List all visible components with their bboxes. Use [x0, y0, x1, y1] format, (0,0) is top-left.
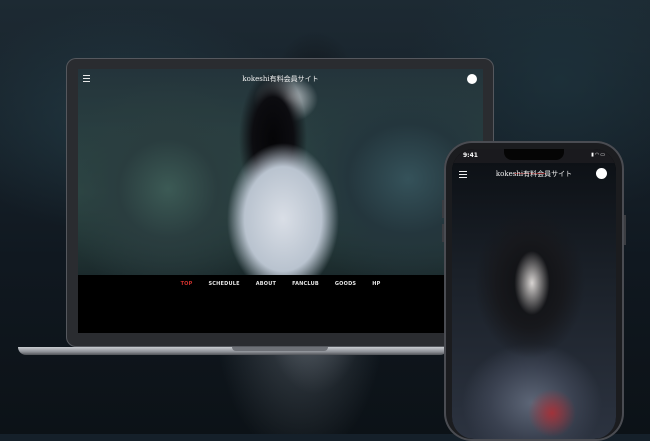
nav-item-goods[interactable]: GOODS: [335, 281, 356, 287]
phone-hero-image: [452, 163, 616, 439]
laptop-hinge-notch: [232, 347, 328, 351]
laptop-screen: kokeshi有料会員サイト TOP SCHEDULE ABOUT FANCLU…: [78, 69, 483, 333]
main-nav: TOP SCHEDULE ABOUT FANCLUB GOODS HP: [78, 281, 483, 287]
status-bar: 9:41 ▮◠▭: [452, 149, 616, 163]
status-icons: ▮◠▭: [591, 152, 606, 158]
phone-notch: [504, 149, 564, 160]
nav-item-top[interactable]: TOP: [181, 281, 193, 287]
site-title[interactable]: kokeshi有料会員サイト: [78, 74, 483, 84]
hero-image: [78, 69, 483, 275]
status-time: 9:41: [463, 152, 478, 159]
user-avatar-icon[interactable]: [467, 74, 477, 84]
nav-item-hp[interactable]: HP: [372, 281, 380, 287]
user-avatar-icon[interactable]: [596, 168, 607, 179]
site-title[interactable]: kokeshi有料会員サイト: [452, 169, 616, 179]
phone-screen: 9:41 ▮◠▭ kokeshi有料会員サイト: [452, 149, 616, 439]
phone-power-button: [624, 215, 626, 245]
nav-item-schedule[interactable]: SCHEDULE: [208, 281, 239, 287]
nav-item-about[interactable]: ABOUT: [256, 281, 276, 287]
nav-item-fanclub[interactable]: FANCLUB: [292, 281, 319, 287]
site-header: kokeshi有料会員サイト: [78, 69, 483, 89]
battery-icon: ▭: [600, 152, 606, 158]
